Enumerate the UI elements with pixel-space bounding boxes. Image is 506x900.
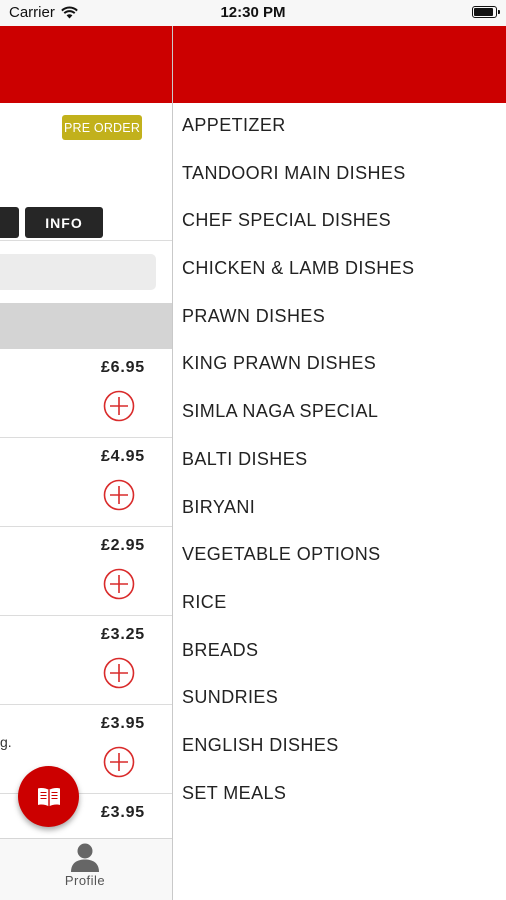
battery-level [474, 8, 493, 16]
restaurant-screen: PRE ORDER INFO £6.95 £4.95 £2.95 £3.25 £… [0, 26, 172, 900]
person-icon [71, 843, 99, 872]
clock: 12:30 PM [220, 4, 286, 21]
item-price: £4.95 [100, 448, 145, 465]
plus-circle-icon[interactable] [102, 567, 136, 601]
divider [0, 240, 172, 241]
menu-item-row: £3.25 [0, 616, 172, 705]
drawer-header [173, 26, 506, 103]
category-item-king-prawn-dishes[interactable]: KING PRAWN DISHES [173, 340, 506, 388]
item-price: £2.95 [100, 537, 145, 554]
category-item-prawn-dishes[interactable]: PRAWN DISHES [173, 293, 506, 341]
search-input[interactable] [0, 254, 156, 290]
category-item-sundries[interactable]: SUNDRIES [173, 674, 506, 722]
tab-profile[interactable]: Profile [55, 839, 115, 900]
category-item-vegetable-options[interactable]: VEGETABLE OPTIONS [173, 531, 506, 579]
plus-circle-icon[interactable] [102, 389, 136, 423]
bottom-navigation: Profile [0, 838, 172, 900]
status-bar: Carrier 12:30 PM [0, 0, 506, 26]
item-description: g. [0, 734, 12, 750]
category-item-english-dishes[interactable]: ENGLISH DISHES [173, 722, 506, 770]
preorder-badge[interactable]: PRE ORDER [62, 115, 142, 140]
item-price: £3.95 [100, 804, 145, 821]
tab-profile-label: Profile [64, 873, 106, 888]
item-price: £3.95 [100, 715, 145, 732]
item-price: £3.25 [100, 626, 145, 643]
menu-book-icon [37, 787, 60, 806]
header-bar [0, 26, 172, 103]
menu-item-row: £2.95 [0, 527, 172, 616]
tab-info[interactable]: INFO [25, 207, 103, 238]
menu-item-row: £6.95 [0, 349, 172, 438]
item-price: £6.95 [100, 359, 145, 376]
category-list: APPETIZER TANDOORI MAIN DISHES CHEF SPEC… [173, 102, 506, 817]
category-item-breads[interactable]: BREADS [173, 627, 506, 675]
plus-circle-icon[interactable] [102, 478, 136, 512]
category-drawer: APPETIZER TANDOORI MAIN DISHES CHEF SPEC… [172, 26, 506, 900]
category-item-tandoori-main-dishes[interactable]: TANDOORI MAIN DISHES [173, 150, 506, 198]
category-item-simla-naga-special[interactable]: SIMLA NAGA SPECIAL [173, 388, 506, 436]
menu-fab-button[interactable] [18, 766, 79, 827]
category-item-set-meals[interactable]: SET MEALS [173, 770, 506, 818]
section-header [0, 303, 172, 349]
category-item-chef-special-dishes[interactable]: CHEF SPECIAL DISHES [173, 197, 506, 245]
category-item-balti-dishes[interactable]: BALTI DISHES [173, 436, 506, 484]
plus-circle-icon[interactable] [102, 656, 136, 690]
category-item-appetizer[interactable]: APPETIZER [173, 102, 506, 150]
category-item-biryani[interactable]: BIRYANI [173, 484, 506, 532]
menu-item-row: £4.95 [0, 438, 172, 527]
category-item-rice[interactable]: RICE [173, 579, 506, 627]
tab-menu-partial[interactable] [0, 207, 19, 238]
category-item-chicken-lamb-dishes[interactable]: CHICKEN & LAMB DISHES [173, 245, 506, 293]
plus-circle-icon[interactable] [102, 745, 136, 779]
battery-icon [472, 6, 500, 18]
